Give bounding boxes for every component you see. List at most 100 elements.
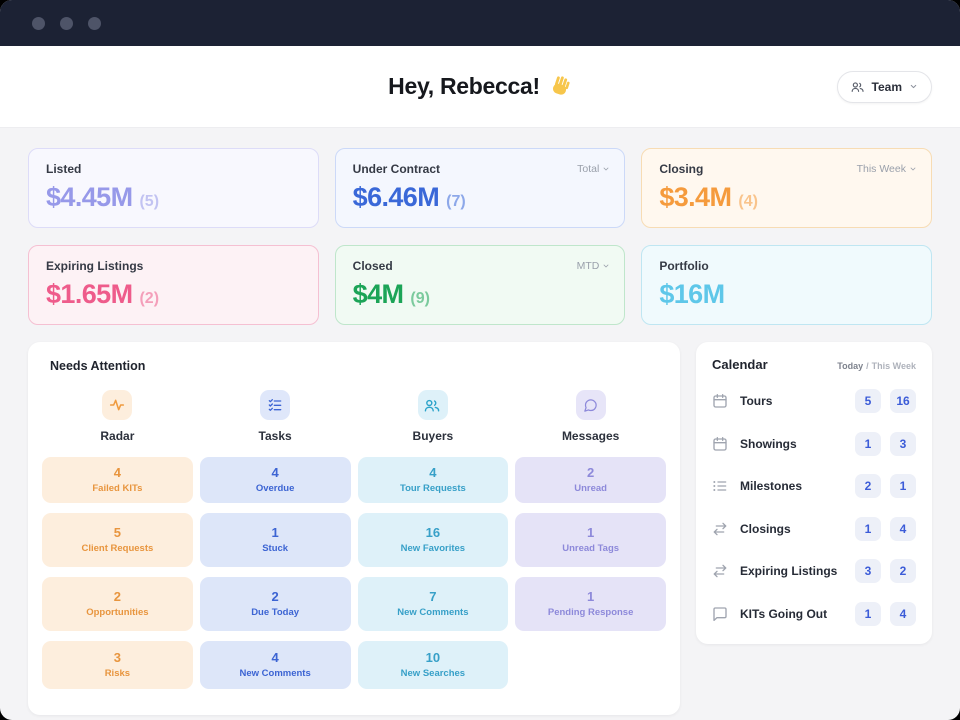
stat-value: $6.46M [352,182,440,212]
attention-tile-failed-kits[interactable]: 4 Failed KITs [42,457,193,503]
calendar-row-label: Closings [740,521,791,536]
today-count-badge[interactable]: 2 [855,474,881,499]
week-count-badge[interactable]: 3 [890,431,916,456]
tile-count: 2 [587,464,595,480]
stat-label: Portfolio [659,259,709,273]
calendar-row-expiring-listings[interactable]: Expiring Listings 3 2 [712,550,916,593]
stat-filter-dropdown[interactable]: This Week [857,163,917,175]
attention-column-name: Radar [100,429,135,443]
today-count-badge[interactable]: 1 [855,431,881,456]
calendar-row-milestones[interactable]: Milestones 2 1 [712,465,916,508]
tile-label: New Favorites [400,542,466,554]
stat-value: $4M [352,279,404,309]
attention-tab-buyers[interactable]: Buyers [358,390,509,443]
team-button[interactable]: Team [836,70,932,103]
attention-column-radar: Radar 4 Failed KITs 5 Client Requests 2 [42,390,193,699]
attention-tile-client-requests[interactable]: 5 Client Requests [42,513,193,567]
waving-hand-icon [549,75,572,98]
window-dot[interactable] [88,16,101,30]
stat-card-portfolio[interactable]: Portfolio $16M [641,245,932,325]
calendar-icon [712,436,729,452]
tile-label: Opportunities [86,606,149,618]
calendar-row-closings[interactable]: Closings 1 4 [712,508,916,551]
calendar-row-tours[interactable]: Tours 5 16 [712,380,916,423]
swap-arrows-icon [712,521,729,537]
week-count-badge[interactable]: 16 [890,389,916,414]
attention-tile-unread-tags[interactable]: 1 Unread Tags [515,513,666,567]
chevron-down-icon [603,264,609,268]
tile-label: Tour Requests [399,482,466,494]
attention-tile-new-comments[interactable]: 4 New Comments [199,641,351,689]
calendar-filter-today[interactable]: Today [837,361,863,371]
attention-tile-overdue[interactable]: 4 Overdue [199,457,351,503]
stat-count: (9) [410,290,430,307]
stat-card-expiring-listings[interactable]: Expiring Listings $1.65M (2) [28,245,319,325]
tile-count: 4 [113,464,121,480]
today-count-badge[interactable]: 3 [855,559,881,584]
buyers-people-icon [417,390,448,420]
calendar-filters: Today / This Week [837,361,916,371]
week-count-badge[interactable]: 4 [890,601,916,626]
calendar-row-showings[interactable]: Showings 1 3 [712,423,916,466]
calendar-row-label: Expiring Listings [740,564,838,579]
tile-label: Overdue [255,482,295,494]
attention-tile-new-favorites[interactable]: 16 New Favorites [357,513,509,567]
attention-tile-opportunities[interactable]: 2 Opportunities [42,577,193,631]
tile-label: Failed KITs [92,482,143,494]
stats-grid: Listed $4.45M (5) Under Contract Total $… [28,148,932,325]
attention-tile-due-today[interactable]: 2 Due Today [199,577,351,631]
attention-tile-risks[interactable]: 3 Risks [42,641,193,689]
stat-filter-dropdown[interactable]: MTD [577,260,611,272]
tile-count: 5 [113,524,121,540]
calendar-title: Calendar [712,357,768,372]
attention-tile-pending-response[interactable]: 1 Pending Response [515,577,666,631]
window-dot[interactable] [32,16,45,30]
tile-count: 1 [587,588,595,604]
window-dot[interactable] [60,16,73,30]
tile-label: Client Requests [81,542,154,554]
attention-tab-tasks[interactable]: Tasks [200,390,351,443]
calendar-panel: Calendar Today / This Week Tours 5 16 Sh… [696,342,932,644]
attention-column-name: Buyers [412,429,454,443]
stat-label: Expiring Listings [46,259,144,273]
tile-count: 2 [271,588,279,604]
tile-label: New Comments [397,606,469,618]
calendar-row-label: KITs Going Out [740,606,828,621]
messages-chat-icon [575,390,606,420]
attention-tab-messages[interactable]: Messages [515,390,666,443]
stat-label: Closed [352,259,393,273]
week-count-badge[interactable]: 2 [890,559,916,584]
milestones-list-icon [712,478,729,494]
stat-card-closing[interactable]: Closing This Week $3.4M (4) [641,148,932,228]
today-count-badge[interactable]: 5 [855,389,881,414]
attention-tab-radar[interactable]: Radar [42,390,193,443]
tile-count: 4 [271,464,279,480]
team-button-label: Team [871,79,902,94]
tile-label: Unread Tags [562,542,620,554]
stat-value: $16M [659,279,725,309]
stat-card-under-contract[interactable]: Under Contract Total $6.46M (7) [334,148,626,228]
stat-card-listed[interactable]: Listed $4.45M (5) [28,148,319,228]
calendar-filter-this-week[interactable]: This Week [872,361,916,371]
attention-tile-unread[interactable]: 2 Unread [515,457,666,503]
tile-count: 10 [425,649,441,665]
today-count-badge[interactable]: 1 [855,516,881,541]
attention-tile-new-searches[interactable]: 10 New Searches [357,641,509,689]
tile-count: 2 [113,588,121,604]
calendar-row-kits-going-out[interactable]: KITs Going Out 1 4 [712,593,916,636]
page-title: Hey, Rebecca! [388,73,572,100]
attention-tile-new-comments[interactable]: 7 New Comments [357,577,509,631]
week-count-badge[interactable]: 1 [890,474,916,499]
stat-filter-dropdown[interactable]: Total [577,163,610,175]
week-count-badge[interactable]: 4 [890,516,916,541]
calendar-header: Calendar Today / This Week [712,357,916,372]
stat-card-closed[interactable]: Closed MTD $4M (9) [334,245,626,325]
today-count-badge[interactable]: 1 [855,601,881,626]
window-titlebar [0,0,960,46]
stat-filter-label: Total [577,163,600,175]
outgoing-message-icon [712,606,729,622]
attention-tile-tour-requests[interactable]: 4 Tour Requests [357,457,509,503]
attention-tile-stuck[interactable]: 1 Stuck [199,513,351,567]
app-window: Hey, Rebecca! Team Listed $4.45M (5) Und… [0,0,960,720]
attention-column-tasks: Tasks 4 Overdue 1 Stuck 2 Due Today 4 Ne… [199,390,351,699]
